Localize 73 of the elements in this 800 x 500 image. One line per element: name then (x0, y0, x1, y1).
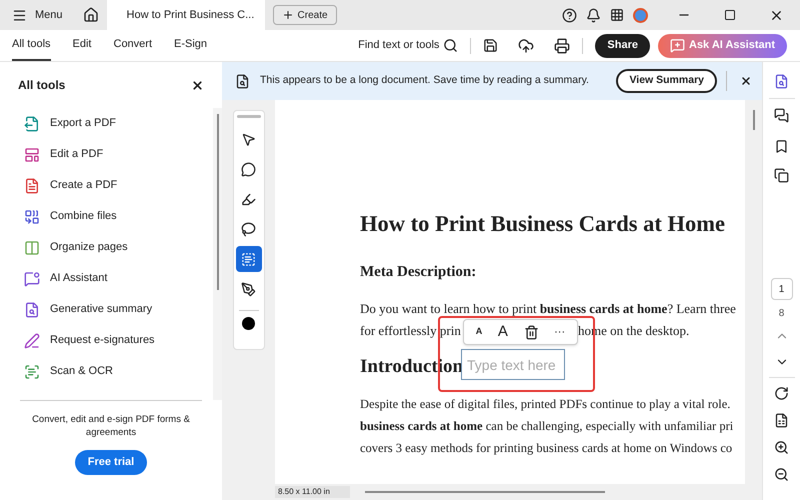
view-summary-button[interactable]: View Summary (616, 69, 717, 93)
maximize-icon[interactable] (724, 9, 736, 21)
toolbar-tab[interactable]: Convert (114, 30, 152, 61)
more-button[interactable]: ··· (554, 324, 566, 340)
create-button[interactable]: Create (272, 5, 337, 25)
tool-item[interactable]: Create a PDF (24, 170, 213, 201)
tool-item[interactable]: Export a PDF (24, 108, 213, 139)
tab-title: How to Print Business C... (126, 8, 254, 23)
text-input-field[interactable]: Type text here (461, 349, 565, 380)
upload-icon[interactable] (518, 38, 534, 54)
close-icon[interactable] (740, 75, 752, 87)
bell-icon[interactable] (586, 8, 601, 22)
comment-icon (241, 162, 256, 176)
zoom-out-icon[interactable] (774, 467, 789, 482)
paragraph-line: business cards at home can be challenging, especially with unfamiliar pri (360, 418, 734, 435)
zoom-in-icon[interactable] (774, 440, 789, 455)
search-icon (443, 38, 458, 53)
promo-text: Convert, edit and e-sign PDF forms & agreements (31, 413, 191, 439)
scrollbar-thumb[interactable] (752, 110, 754, 130)
document-tab[interactable]: How to Print Business C... (106, 0, 265, 30)
ink-color-icon[interactable] (242, 317, 255, 330)
tool-item[interactable]: AI Assistant (24, 263, 213, 294)
tool-item[interactable]: Edit a PDF (24, 139, 213, 170)
pen-nib-icon (241, 282, 256, 296)
horizontal-scrollbar-thumb[interactable] (365, 491, 605, 493)
printer-icon[interactable] (554, 38, 570, 54)
scrollbar-thumb[interactable] (216, 114, 218, 290)
tool-item[interactable]: Scan & OCR (24, 356, 213, 387)
paragraph-line: Do you want to learn how to print business cards at home? Learn three (360, 300, 736, 318)
page-view-icon[interactable] (774, 413, 789, 428)
page-size-label: 8.50 x 11.00 in (275, 486, 350, 498)
page-number-box[interactable]: 1 (770, 278, 792, 300)
apps-icon[interactable] (610, 8, 624, 22)
close-icon[interactable] (191, 78, 204, 92)
plus-icon (282, 9, 294, 21)
panel-title: All tools (18, 77, 66, 94)
section-heading: Meta Description: (360, 263, 478, 282)
toolbar-tab[interactable]: Edit (72, 30, 92, 61)
trash-icon[interactable] (524, 324, 539, 340)
home-icon[interactable] (82, 7, 99, 23)
menu-button[interactable]: Menu (0, 0, 75, 30)
save-icon[interactable] (483, 38, 498, 53)
banner-text: This appears to be a long document. Save time by reading a summary. (260, 73, 589, 88)
lasso-icon (241, 222, 256, 236)
rotate-icon[interactable] (774, 386, 789, 401)
menu-icon (12, 8, 27, 22)
tool-item[interactable]: Request e-signatures (24, 325, 213, 356)
pointer-icon (241, 132, 256, 146)
tool-item[interactable]: Combine files (24, 201, 213, 232)
document-title: How to Print Business Cards at Home (360, 211, 726, 237)
paragraph-line: Despite the ease of digital files, printed PDFs continue to play a vital role. (360, 396, 730, 413)
pages-icon[interactable] (774, 168, 789, 183)
comments-icon[interactable] (774, 108, 789, 123)
ai-chat-icon (670, 38, 685, 53)
total-pages: 8 (778, 307, 784, 321)
tool-item[interactable]: Organize pages (24, 232, 213, 263)
bookmark-icon[interactable] (774, 139, 789, 154)
paragraph-line: covers 3 easy methods for printing business cards at home on Windows co (360, 440, 732, 457)
text-box-icon (241, 252, 256, 266)
summary-icon[interactable] (774, 74, 789, 89)
tool-item[interactable]: Generative summary (24, 294, 213, 325)
current-page: 1 (778, 282, 784, 296)
summary-icon (235, 74, 250, 88)
decrease-font-button[interactable]: A (476, 325, 482, 339)
highlighter-icon (241, 192, 256, 206)
free-trial-button[interactable]: Free trial (74, 450, 148, 475)
avatar-icon[interactable] (633, 8, 648, 22)
share-button[interactable]: Share (595, 34, 650, 58)
paragraph-line: for effortlessly prin (360, 323, 461, 338)
toolbar-tab[interactable]: E-Sign (174, 30, 208, 61)
increase-font-button[interactable]: A (498, 320, 508, 344)
search-button[interactable]: Find text or tools (358, 37, 458, 54)
help-icon[interactable] (562, 8, 577, 22)
